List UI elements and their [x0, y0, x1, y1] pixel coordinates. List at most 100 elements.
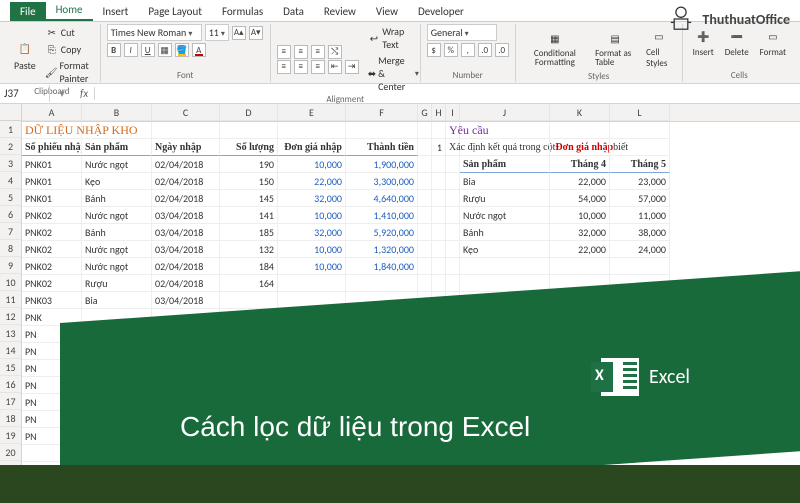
cell[interactable] [610, 343, 670, 360]
tab-file[interactable]: File [10, 2, 46, 21]
cell[interactable] [460, 326, 550, 343]
row-1[interactable]: 1 [0, 121, 21, 138]
cell[interactable] [418, 360, 432, 377]
cell[interactable] [220, 394, 278, 411]
cell[interactable]: PN [22, 326, 82, 343]
cell[interactable] [346, 309, 418, 326]
cell[interactable] [346, 411, 418, 428]
cell[interactable] [446, 156, 460, 173]
cell[interactable] [152, 377, 220, 394]
cell[interactable]: 23,000 [610, 173, 670, 190]
column-headers[interactable]: ABCDEFGHIJKL [22, 104, 800, 122]
cell[interactable]: 185 [220, 224, 278, 241]
row-12[interactable]: 12 [0, 308, 21, 325]
cell[interactable]: 1,320,000 [346, 241, 418, 258]
cell[interactable] [446, 411, 460, 428]
cell[interactable]: PNK01 [22, 173, 82, 190]
cell[interactable] [278, 394, 346, 411]
conditional-formatting-button[interactable]: ▦Conditional Formatting [522, 26, 588, 69]
cell[interactable] [446, 258, 460, 275]
cell[interactable] [460, 139, 550, 156]
row-5[interactable]: 5 [0, 189, 21, 206]
cell[interactable]: Thành tiền [346, 139, 418, 156]
cell[interactable]: 1,900,000 [346, 156, 418, 173]
cell[interactable] [82, 122, 152, 139]
underline-button[interactable]: U [141, 43, 155, 57]
cell[interactable]: 32,000 [278, 224, 346, 241]
cell[interactable] [460, 394, 550, 411]
col-L[interactable]: L [610, 104, 670, 121]
border-button[interactable]: ▦ [158, 43, 172, 57]
cell[interactable] [278, 445, 346, 462]
tab-page-layout[interactable]: Page Layout [138, 2, 212, 21]
cell[interactable] [82, 411, 152, 428]
cell[interactable]: 10,000 [550, 207, 610, 224]
cell[interactable] [432, 156, 446, 173]
cell[interactable] [346, 343, 418, 360]
cell[interactable]: Sản phẩm [82, 139, 152, 156]
cell[interactable] [460, 343, 550, 360]
cell[interactable]: Rượu [82, 275, 152, 292]
cell[interactable]: PN [22, 411, 82, 428]
cell[interactable]: 03/04/2018 [152, 241, 220, 258]
cell[interactable] [446, 394, 460, 411]
cell[interactable] [432, 411, 446, 428]
cell[interactable]: 11,000 [610, 207, 670, 224]
cell[interactable] [550, 377, 610, 394]
cell[interactable] [446, 241, 460, 258]
cell[interactable] [278, 275, 346, 292]
cell[interactable] [220, 411, 278, 428]
copy-button[interactable]: ⎘Copy [43, 41, 94, 57]
orientation-button[interactable]: ⤭ [328, 45, 342, 59]
cell[interactable] [346, 462, 418, 479]
cell[interactable]: 38,000 [610, 224, 670, 241]
cell[interactable]: Đơn giá nhập [278, 139, 346, 156]
cell[interactable] [550, 428, 610, 445]
name-box[interactable]: J37 [0, 85, 50, 102]
cell[interactable] [418, 309, 432, 326]
cell[interactable] [446, 207, 460, 224]
cell[interactable]: Xác định kết quả trong cột Đơn giá nhập … [446, 139, 460, 156]
cell[interactable]: 184 [220, 258, 278, 275]
cell[interactable]: Bánh [82, 190, 152, 207]
tab-formulas[interactable]: Formulas [212, 2, 273, 21]
cell[interactable] [432, 445, 446, 462]
cell[interactable] [418, 377, 432, 394]
cell[interactable] [278, 428, 346, 445]
cell[interactable]: PNK01 [22, 190, 82, 207]
col-E[interactable]: E [278, 104, 346, 121]
cell[interactable] [432, 377, 446, 394]
align-middle-button[interactable]: ≡ [294, 45, 308, 59]
cell[interactable]: Nước ngọt [82, 207, 152, 224]
cell[interactable]: 1,840,000 [346, 258, 418, 275]
row-10[interactable]: 10 [0, 274, 21, 291]
fill-color-button[interactable]: 🪣 [175, 43, 189, 57]
cell[interactable] [278, 343, 346, 360]
cell[interactable] [220, 309, 278, 326]
cell[interactable] [460, 377, 550, 394]
cell[interactable] [460, 309, 550, 326]
row-9[interactable]: 9 [0, 257, 21, 274]
cell[interactable]: 4,640,000 [346, 190, 418, 207]
cell[interactable]: Kẹo [82, 173, 152, 190]
cell[interactable]: DỮ LIỆU NHẬP KHO [22, 122, 82, 139]
row-13[interactable]: 13 [0, 325, 21, 342]
cell[interactable] [346, 275, 418, 292]
align-right-button[interactable]: ≡ [311, 60, 325, 74]
grow-font-button[interactable]: A▴ [232, 26, 246, 40]
cell[interactable] [152, 394, 220, 411]
cell[interactable] [418, 343, 432, 360]
cell[interactable]: Số phiếu nhập [22, 139, 82, 156]
cell[interactable]: Sản phẩm [460, 156, 550, 173]
select-all-corner[interactable] [0, 104, 22, 121]
cell[interactable] [446, 360, 460, 377]
cell[interactable] [278, 309, 346, 326]
col-G[interactable]: G [418, 104, 432, 121]
cell[interactable] [610, 122, 670, 139]
cell[interactable] [220, 377, 278, 394]
cell[interactable]: 54,000 [550, 190, 610, 207]
dec-decimal-button[interactable]: .0 [495, 43, 509, 57]
cell[interactable] [432, 326, 446, 343]
cell[interactable] [610, 258, 670, 275]
cell[interactable]: PNK02 [22, 241, 82, 258]
